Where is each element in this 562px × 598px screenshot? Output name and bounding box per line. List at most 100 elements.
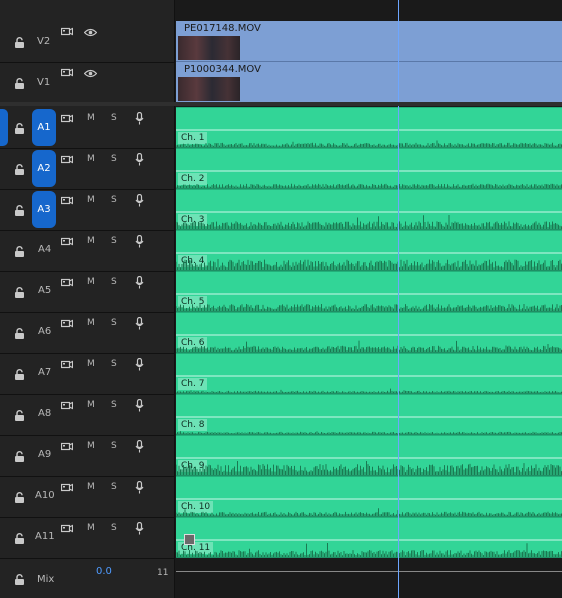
mic-icon[interactable] [135, 358, 144, 371]
solo-button[interactable]: S [111, 236, 117, 246]
sync-lock-icon[interactable] [61, 360, 73, 369]
sync-lock-icon[interactable] [61, 27, 73, 36]
source-patch-a1[interactable] [0, 109, 8, 146]
track-name[interactable]: A7 [38, 367, 51, 378]
sync-lock-icon[interactable] [61, 196, 73, 205]
mute-button[interactable]: M [87, 236, 95, 246]
lock-icon[interactable] [14, 123, 25, 134]
track-name[interactable]: V2 [37, 36, 50, 47]
mic-icon[interactable] [135, 153, 144, 166]
mute-button[interactable]: M [87, 441, 95, 451]
volume-rubber-band[interactable] [176, 211, 562, 213]
lock-icon[interactable] [14, 287, 25, 298]
track-name[interactable]: A8 [38, 408, 51, 419]
sync-lock-icon[interactable] [61, 442, 73, 451]
audio-clip[interactable]: Ch. 6 [176, 312, 562, 353]
sync-lock-icon[interactable] [61, 319, 73, 328]
track-target-a3[interactable]: A3 [32, 191, 56, 228]
solo-button[interactable]: S [111, 482, 117, 492]
mute-button[interactable]: M [87, 359, 95, 369]
audio-clip[interactable]: Ch. 2 [176, 148, 562, 189]
mix-volume-value[interactable]: 0.0 [96, 566, 112, 577]
audio-clip[interactable]: Ch. 1 [176, 107, 562, 148]
lock-icon[interactable] [14, 492, 25, 503]
mic-icon[interactable] [135, 276, 144, 289]
keyframe-handle[interactable] [184, 534, 195, 545]
video-clip[interactable]: P1000344.MOV [176, 62, 562, 103]
mic-icon[interactable] [135, 399, 144, 412]
audio-clip[interactable]: Ch. 7 [176, 353, 562, 394]
track-name[interactable]: V1 [37, 77, 50, 88]
volume-rubber-band[interactable] [176, 416, 562, 418]
sync-lock-icon[interactable] [61, 483, 73, 492]
audio-clip[interactable]: Ch. 4 [176, 230, 562, 271]
mic-icon[interactable] [135, 522, 144, 535]
volume-rubber-band[interactable] [176, 498, 562, 500]
solo-button[interactable]: S [111, 113, 117, 123]
video-clip[interactable]: PE017148.MOV [176, 21, 562, 62]
mute-button[interactable]: M [87, 277, 95, 287]
volume-rubber-band[interactable] [176, 539, 562, 541]
mute-button[interactable]: M [87, 195, 95, 205]
audio-clip[interactable]: Ch. 10 [176, 476, 562, 517]
sync-lock-icon[interactable] [61, 155, 73, 164]
solo-button[interactable]: S [111, 523, 117, 533]
sync-lock-icon[interactable] [61, 401, 73, 410]
sync-lock-icon[interactable] [61, 524, 73, 533]
sync-lock-icon[interactable] [61, 278, 73, 287]
solo-button[interactable]: S [111, 359, 117, 369]
lock-icon[interactable] [14, 328, 25, 339]
audio-clip[interactable]: Ch. 8 [176, 394, 562, 435]
lock-icon[interactable] [14, 574, 25, 585]
video-audio-divider[interactable] [0, 102, 562, 106]
volume-rubber-band[interactable] [176, 375, 562, 377]
track-name[interactable]: A6 [38, 326, 51, 337]
mic-icon[interactable] [135, 481, 144, 494]
lock-icon[interactable] [14, 410, 25, 421]
mix-volume-line[interactable] [176, 571, 562, 572]
mute-button[interactable]: M [87, 318, 95, 328]
eye-icon[interactable] [84, 28, 97, 37]
mute-button[interactable]: M [87, 154, 95, 164]
track-name[interactable]: A11 [35, 531, 55, 542]
track-name[interactable]: A10 [35, 490, 55, 501]
volume-rubber-band[interactable] [176, 457, 562, 459]
volume-rubber-band[interactable] [176, 129, 562, 131]
mute-button[interactable]: M [87, 482, 95, 492]
mic-icon[interactable] [135, 194, 144, 207]
mic-icon[interactable] [135, 317, 144, 330]
audio-clip[interactable]: Ch. 3 [176, 189, 562, 230]
sync-lock-icon[interactable] [61, 68, 73, 77]
mute-button[interactable]: M [87, 523, 95, 533]
volume-rubber-band[interactable] [176, 293, 562, 295]
lock-icon[interactable] [14, 246, 25, 257]
solo-button[interactable]: S [111, 195, 117, 205]
lock-icon[interactable] [14, 369, 25, 380]
lock-icon[interactable] [14, 78, 25, 89]
solo-button[interactable]: S [111, 400, 117, 410]
lock-icon[interactable] [14, 451, 25, 462]
mic-icon[interactable] [135, 112, 144, 125]
lock-icon[interactable] [14, 205, 25, 216]
audio-clip[interactable]: Ch. 9 [176, 435, 562, 476]
audio-clip[interactable]: Ch. 11 [176, 517, 562, 558]
audio-clip[interactable]: Ch. 5 [176, 271, 562, 312]
track-name[interactable]: A5 [38, 285, 51, 296]
solo-button[interactable]: S [111, 277, 117, 287]
track-name[interactable]: A9 [38, 449, 51, 460]
solo-button[interactable]: S [111, 441, 117, 451]
sync-lock-icon[interactable] [61, 237, 73, 246]
playhead-line[interactable] [398, 0, 399, 598]
lock-icon[interactable] [14, 37, 25, 48]
mic-icon[interactable] [135, 235, 144, 248]
mute-button[interactable]: M [87, 400, 95, 410]
mic-icon[interactable] [135, 440, 144, 453]
volume-rubber-band[interactable] [176, 252, 562, 254]
volume-rubber-band[interactable] [176, 170, 562, 172]
track-name[interactable]: A4 [38, 244, 51, 255]
solo-button[interactable]: S [111, 318, 117, 328]
eye-icon[interactable] [84, 69, 97, 78]
lock-icon[interactable] [14, 164, 25, 175]
solo-button[interactable]: S [111, 154, 117, 164]
sync-lock-icon[interactable] [61, 114, 73, 123]
